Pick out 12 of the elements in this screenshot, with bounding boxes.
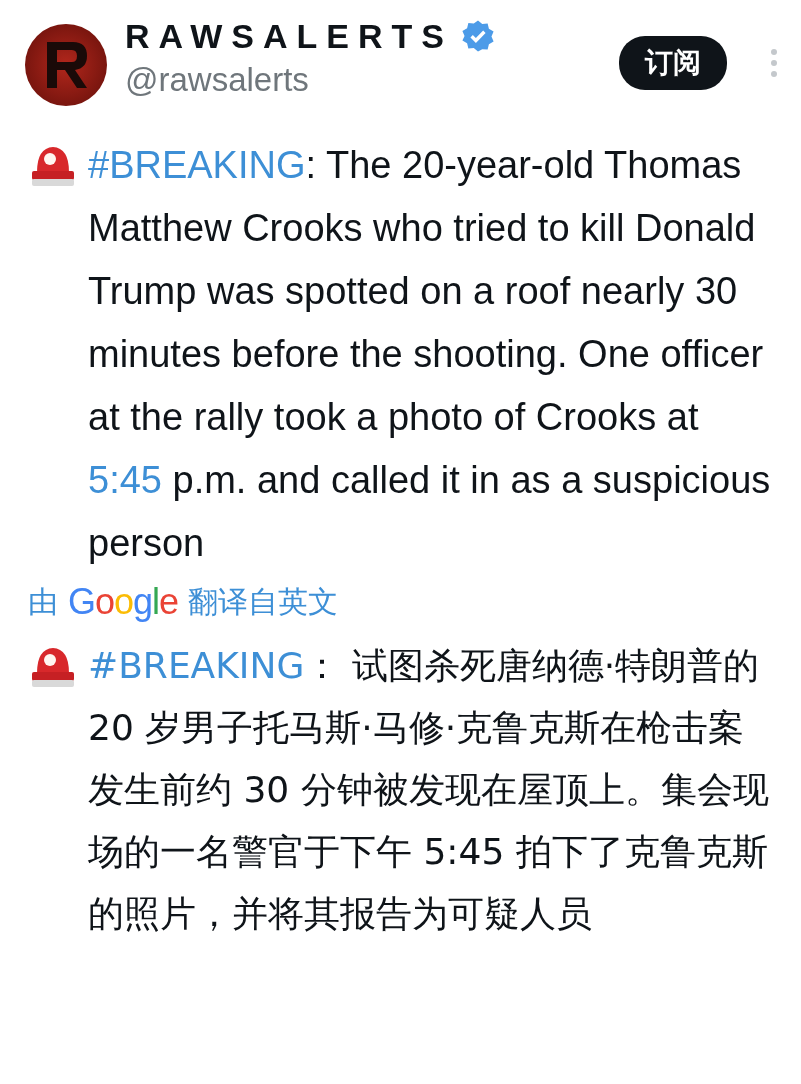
time-link[interactable]: 5:45 — [88, 459, 162, 501]
hashtag-link[interactable]: #BREAKING — [88, 645, 305, 686]
google-logo: Google — [68, 581, 179, 623]
translation-prefix: 由 — [28, 582, 58, 621]
avatar[interactable] — [25, 24, 107, 106]
post-text: #BREAKING: The 20-year-old Thomas Matthew Crooks who tried to kill Donald Trump was spotted on a roof nearly 30 minutes before the shooting. One officer at the rally took a photo of Crooks at 5:45 p.m. and called it in as a suspicious person — [88, 143, 772, 566]
subscribe-button[interactable]: 订阅 — [619, 36, 727, 90]
hashtag-link[interactable]: #BREAKING — [88, 144, 306, 186]
account-name: RAWSALERTS — [125, 16, 453, 57]
translated-text: #BREAKING： 试图杀死唐纳德·特朗普的 20 岁男子托马斯·马修·克鲁克斯在枪击案发生前约 30 分钟被发现在屋顶上。集会现场的一名警官于下午 5:45 拍下了克鲁克斯的照片，并将其报告为可疑人员 — [88, 644, 770, 936]
translation-note[interactable]: 翻译自英文 — [188, 581, 339, 623]
account-handle: @rawsalerts — [125, 60, 310, 100]
